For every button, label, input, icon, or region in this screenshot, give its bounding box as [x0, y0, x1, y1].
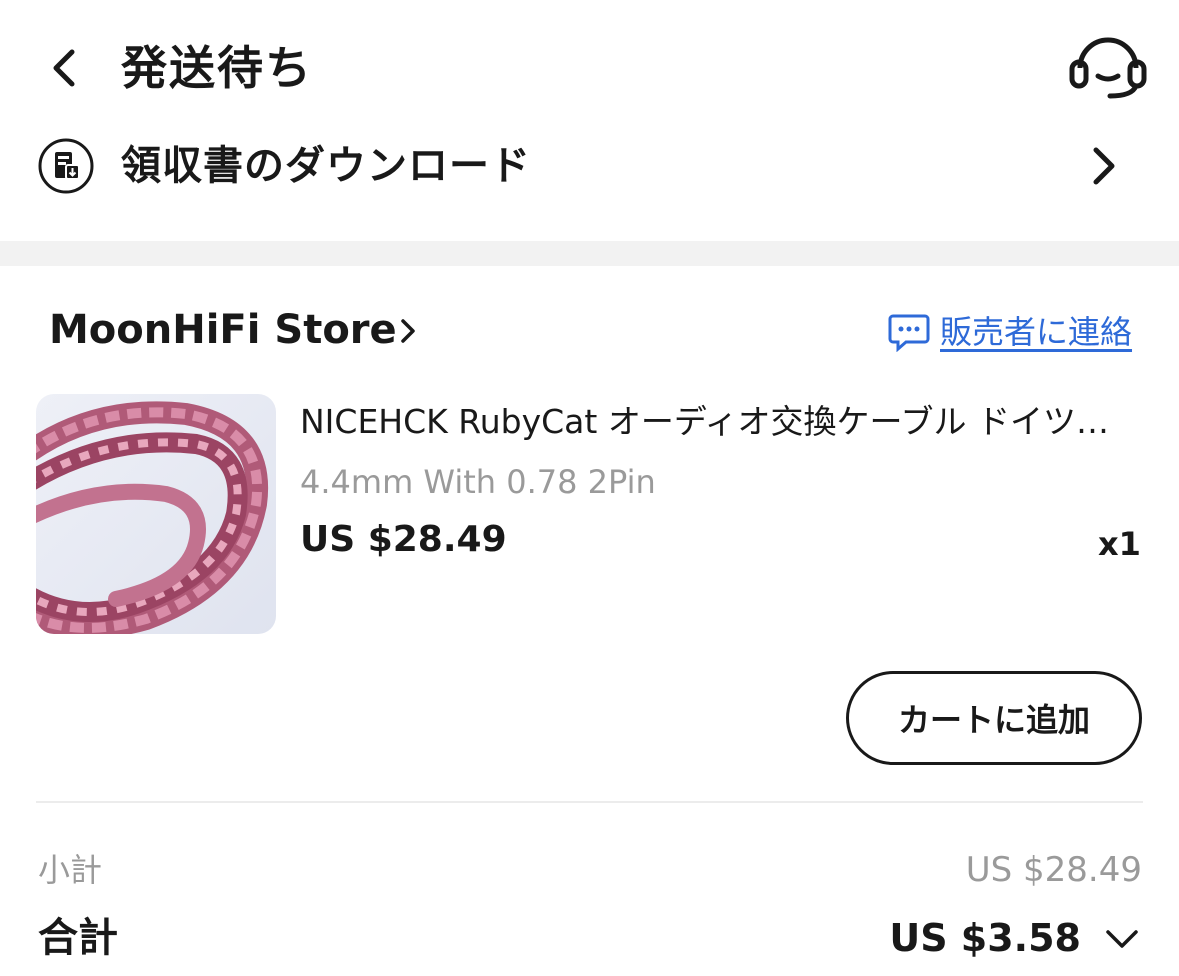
contact-seller-label: 販売者に連絡 [940, 313, 1133, 351]
total-value[interactable]: US $3.58 [889, 912, 1081, 964]
chevron-left-icon [53, 49, 75, 87]
product-price: US $28.49 [300, 519, 507, 560]
subtotal-label: 小計 [38, 851, 103, 889]
back-button[interactable] [48, 44, 92, 92]
product-variant: 4.4mm With 0.78 2Pin [300, 463, 656, 501]
headset-icon[interactable] [1068, 36, 1148, 100]
add-to-cart-button[interactable]: カートに追加 [846, 671, 1142, 765]
product-image[interactable] [36, 394, 276, 634]
divider [36, 801, 1143, 803]
total-label: 合計 [38, 915, 118, 961]
chevron-right-icon [1088, 146, 1120, 186]
product-title[interactable]: NICEHCK RubyCat オーディオ交換ケーブル ドイツ… [300, 400, 1145, 444]
subtotal-value: US $28.49 [965, 850, 1142, 890]
section-divider [0, 241, 1179, 266]
receipt-download-label: 領収書のダウンロード [121, 143, 531, 189]
receipt-download-row[interactable]: 領収書のダウンロード [0, 128, 1179, 204]
chat-icon [888, 314, 930, 352]
store-chevron-icon[interactable] [398, 316, 418, 346]
order-detail-page: 発送待ち 領収書のダウンロード MoonHiFi Store 販売者に連絡 NI… [0, 0, 1179, 976]
chevron-down-icon[interactable] [1104, 926, 1140, 952]
store-name[interactable]: MoonHiFi Store [49, 306, 397, 354]
product-quantity: x1 [1098, 525, 1141, 563]
page-title: 発送待ち [121, 41, 313, 95]
contact-seller-link[interactable]: 販売者に連絡 [888, 310, 1132, 354]
receipt-download-icon [38, 138, 94, 194]
